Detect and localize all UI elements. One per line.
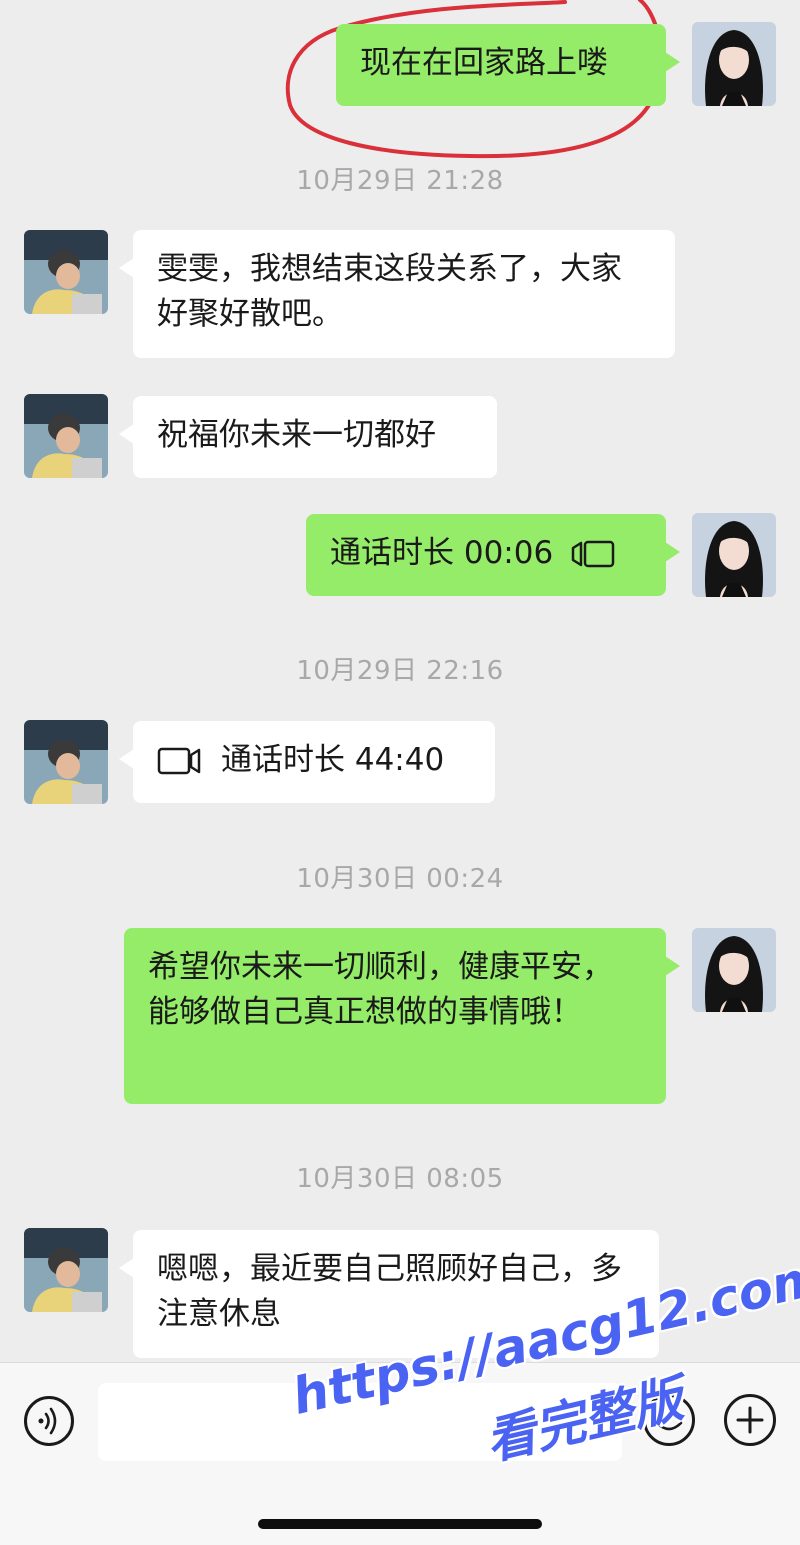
message-text: 雯雯，我想结束这段关系了，大家好聚好散吧。 bbox=[157, 251, 622, 332]
call-duration-label: 通话时长 00:06 bbox=[330, 535, 554, 571]
voice-icon bbox=[38, 1407, 57, 1435]
add-button[interactable] bbox=[724, 1394, 776, 1446]
contact-avatar[interactable] bbox=[24, 720, 108, 804]
video-call-icon bbox=[157, 747, 201, 774]
outgoing-message-bubble[interactable]: 现在在回家路上喽 bbox=[336, 24, 680, 106]
avatar-boy-image bbox=[24, 720, 108, 804]
timestamp: 10月30日 08:05 bbox=[296, 1164, 504, 1194]
message-text: 希望你未来一切顺利，健康平安，能够做自己真正想做的事情哦！ bbox=[148, 949, 613, 1030]
incoming-call-bubble[interactable]: 通话时长 44:40 bbox=[119, 721, 495, 803]
avatar-boy-image bbox=[24, 394, 108, 478]
avatar-girl-image bbox=[692, 928, 776, 1012]
self-avatar[interactable] bbox=[692, 513, 776, 597]
contact-avatar[interactable] bbox=[24, 230, 108, 314]
timestamp: 10月29日 22:16 bbox=[296, 656, 504, 686]
incoming-message-bubble[interactable]: 祝福你未来一切都好 bbox=[119, 396, 497, 478]
self-avatar[interactable] bbox=[692, 928, 776, 1012]
avatar-boy-image bbox=[24, 1228, 108, 1312]
call-duration-label: 通话时长 44:40 bbox=[221, 742, 445, 778]
message-text: 祝福你未来一切都好 bbox=[157, 417, 436, 453]
contact-avatar[interactable] bbox=[24, 394, 108, 478]
contact-avatar[interactable] bbox=[24, 1228, 108, 1312]
avatar-boy-image bbox=[24, 230, 108, 314]
video-call-icon bbox=[571, 540, 615, 567]
incoming-message-bubble[interactable]: 雯雯，我想结束这段关系了，大家好聚好散吧。 bbox=[119, 230, 675, 358]
home-indicator bbox=[258, 1519, 542, 1529]
plus-icon bbox=[736, 1406, 764, 1434]
self-avatar[interactable] bbox=[692, 22, 776, 106]
outgoing-call-bubble[interactable]: 通话时长 00:06 bbox=[306, 514, 680, 596]
avatar-girl-image bbox=[692, 22, 776, 106]
timestamp: 10月29日 21:28 bbox=[296, 166, 504, 196]
voice-button[interactable] bbox=[24, 1396, 74, 1446]
outgoing-message-bubble[interactable]: 希望你未来一切顺利，健康平安，能够做自己真正想做的事情哦！ bbox=[124, 928, 680, 1104]
avatar-girl-image bbox=[692, 513, 776, 597]
timestamp: 10月30日 00:24 bbox=[296, 864, 504, 894]
message-text: 现在在回家路上喽 bbox=[360, 45, 608, 81]
